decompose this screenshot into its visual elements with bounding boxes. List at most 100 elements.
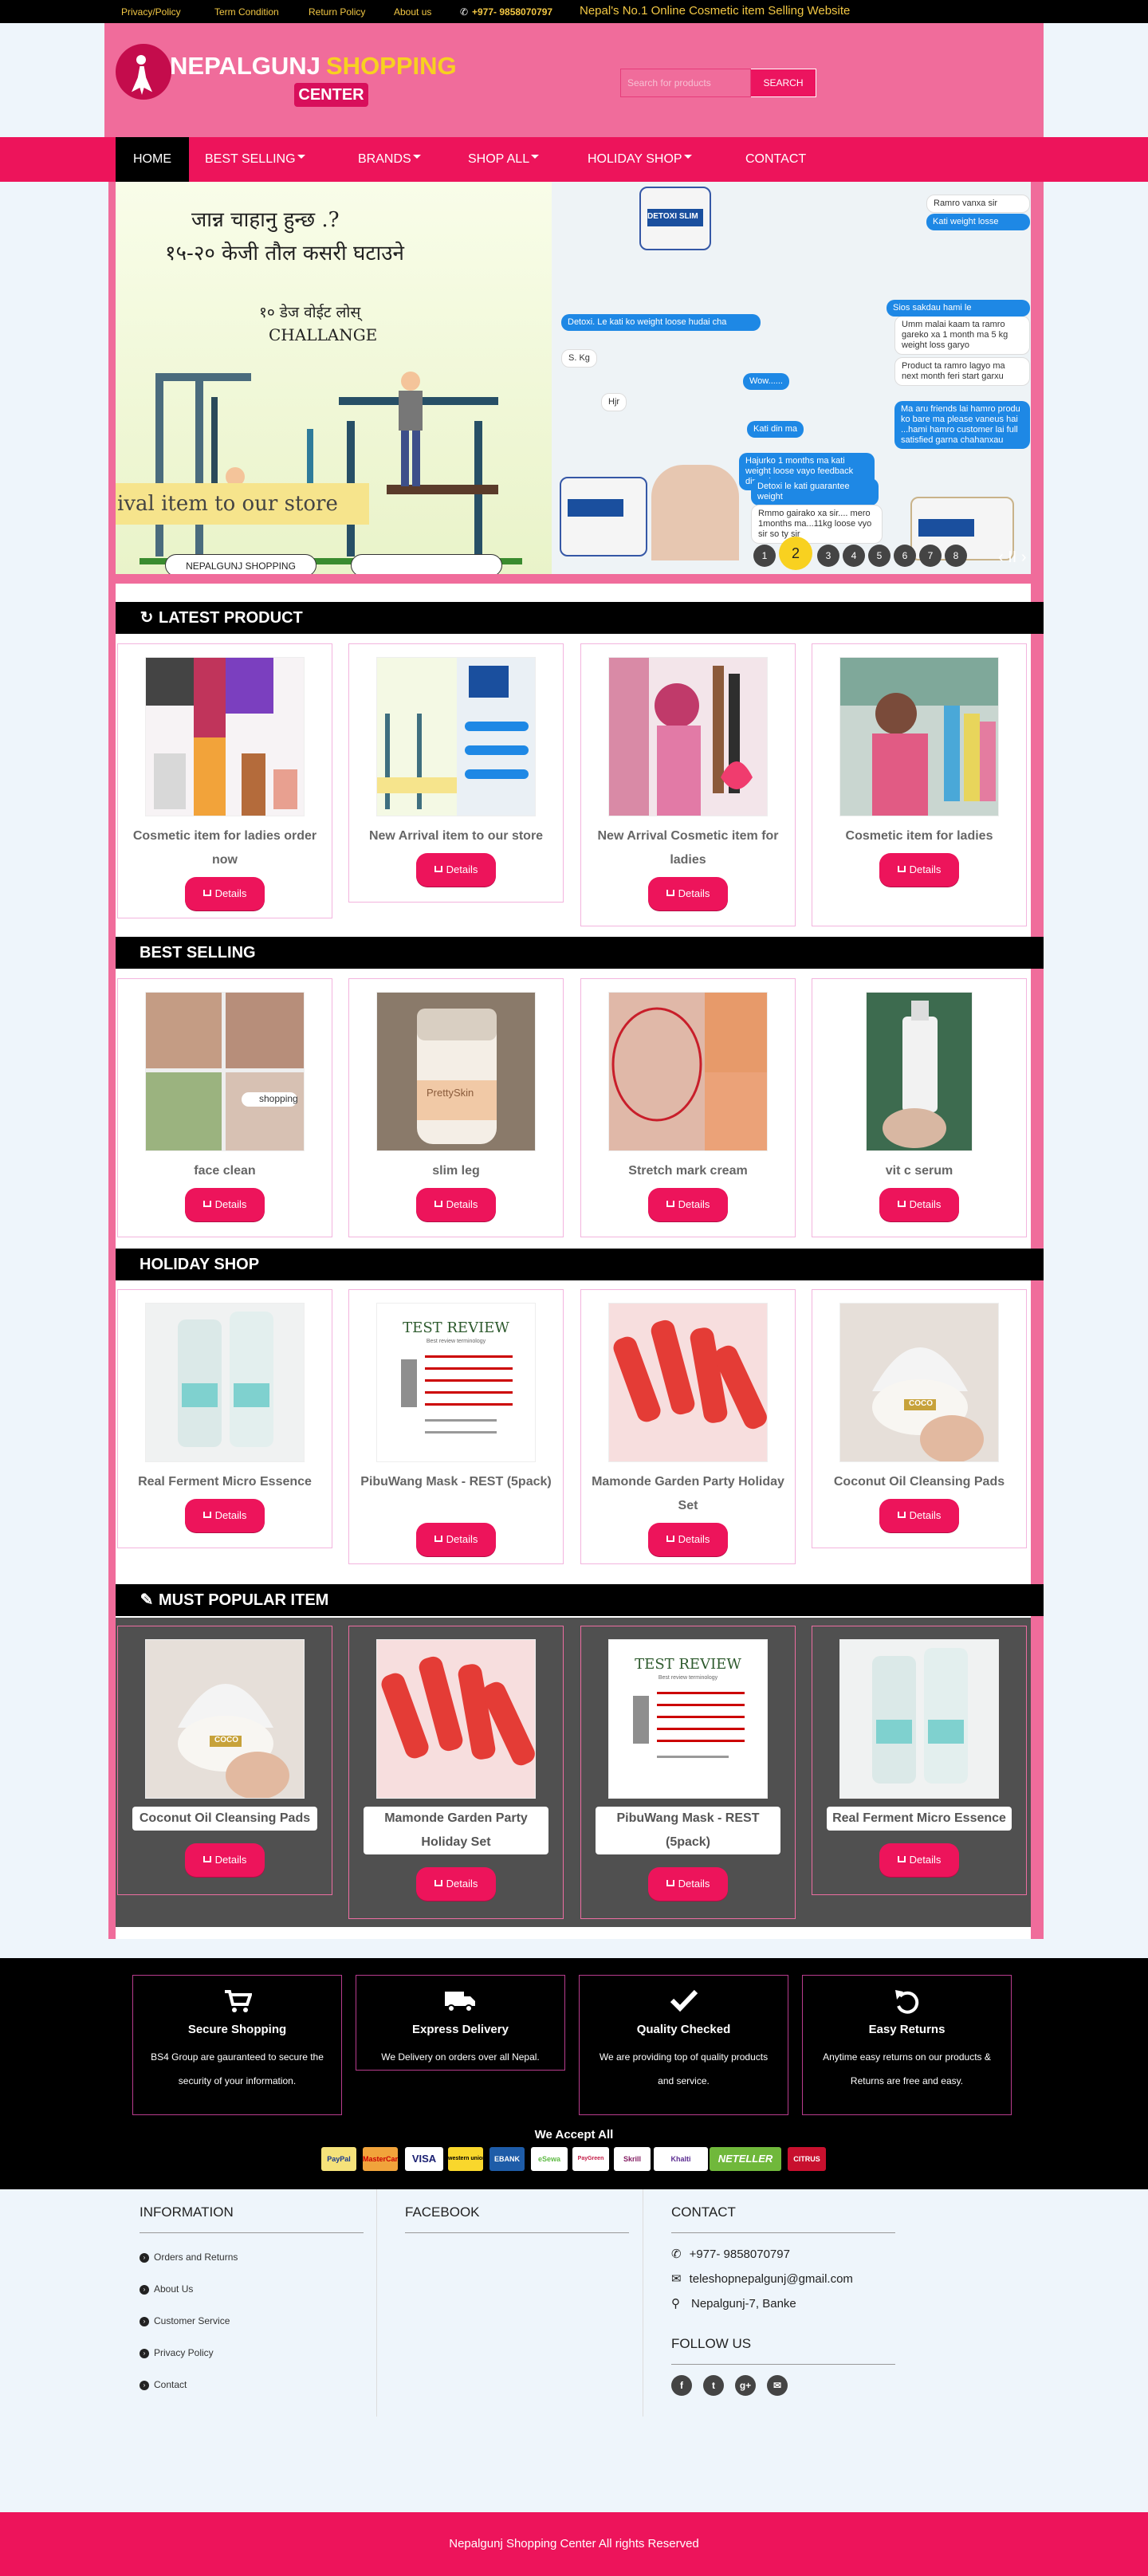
footer-link-customer-service[interactable]: › Customer Service	[140, 2315, 230, 2327]
twitter-icon[interactable]: t	[703, 2375, 724, 2396]
details-button[interactable]: Details	[416, 1523, 496, 1556]
product-card[interactable]: TEST REVIEW Best review terminology Pibu…	[580, 1626, 796, 1919]
logo-text-nepalgunj[interactable]: NEPALGUNJ	[170, 52, 320, 81]
slider-dot[interactable]: 1	[753, 545, 776, 567]
product-name[interactable]: Coconut Oil Cleansing Pads	[820, 1470, 1018, 1494]
nav-home[interactable]: HOME	[116, 137, 189, 182]
hero-slider[interactable]: जान्न चाहानु हुन्छ .? १५-२० केजी तौल कसर…	[116, 182, 1031, 574]
product-card[interactable]: New Arrival item to our store Details	[348, 643, 564, 903]
details-button[interactable]: Details	[416, 1867, 496, 1901]
product-name[interactable]: Real Ferment Micro Essence	[827, 1807, 1012, 1831]
product-image[interactable]	[608, 992, 768, 1151]
details-button[interactable]: Details	[648, 1867, 728, 1901]
product-card[interactable]: COCO Coconut Oil Cleansing Pads Details	[117, 1626, 332, 1895]
slider-dot[interactable]: 7	[919, 545, 942, 567]
search-input[interactable]	[620, 69, 751, 97]
product-image[interactable]: COCO	[839, 1303, 999, 1462]
facebook-icon[interactable]: f	[671, 2375, 692, 2396]
google-plus-icon[interactable]: g+	[735, 2375, 756, 2396]
product-image[interactable]: COCO	[145, 1639, 305, 1799]
details-button[interactable]: Details	[185, 1843, 265, 1877]
details-button[interactable]: Details	[879, 853, 959, 887]
product-card[interactable]: vit c serum Details	[812, 978, 1027, 1237]
product-card[interactable]: Stretch mark cream Details	[580, 978, 796, 1237]
product-name[interactable]: New Arrival Cosmetic item for ladies	[589, 824, 787, 872]
details-button[interactable]: Details	[879, 1843, 959, 1877]
privacy-policy-link[interactable]: Privacy/Policy	[121, 6, 181, 18]
product-image[interactable]: PrettySkin	[376, 992, 536, 1151]
details-button[interactable]: Details	[416, 1188, 496, 1221]
slider-dot-active[interactable]: 2	[779, 537, 812, 570]
product-name[interactable]: Coconut Oil Cleansing Pads	[132, 1807, 317, 1831]
product-name[interactable]: vit c serum	[820, 1159, 1018, 1183]
term-condition-link[interactable]: Term Condition	[214, 6, 279, 18]
search-button[interactable]: SEARCH	[751, 69, 816, 97]
nav-shop-all[interactable]: SHOP ALL	[468, 137, 540, 182]
details-button[interactable]: Details	[185, 1188, 265, 1221]
product-image[interactable]	[376, 657, 536, 816]
product-name[interactable]: PibuWang Mask - REST (5pack)	[596, 1807, 780, 1854]
product-image[interactable]	[839, 657, 999, 816]
product-card[interactable]: COCO Coconut Oil Cleansing Pads Details	[812, 1289, 1027, 1548]
product-card[interactable]: Real Ferment Micro Essence Details	[117, 1289, 332, 1548]
about-us-link[interactable]: About us	[394, 6, 431, 18]
product-card[interactable]: Mamonde Garden Party Holiday Set Details	[580, 1289, 796, 1564]
details-button[interactable]: Details	[648, 1188, 728, 1221]
slide-button[interactable]: NEPALGUNJ SHOPPING	[165, 554, 316, 574]
slider-dot[interactable]: 3	[817, 545, 839, 567]
product-image[interactable]: TEST REVIEW Best review terminology	[608, 1639, 768, 1799]
product-image[interactable]: shopping	[145, 992, 305, 1151]
logo-icon[interactable]	[116, 44, 171, 100]
details-button[interactable]: Details	[648, 877, 728, 910]
contact-email[interactable]: ✉ teleshopnepalgunj@gmail.com	[671, 2271, 853, 2286]
details-button[interactable]: Details	[416, 853, 496, 887]
footer-link-contact[interactable]: › Contact	[140, 2379, 187, 2391]
slider-dot[interactable]: 5	[868, 545, 890, 567]
footer-link-orders[interactable]: › Orders and Returns	[140, 2252, 238, 2263]
slider-dot[interactable]: 4	[843, 545, 865, 567]
email-icon[interactable]: ✉	[767, 2375, 788, 2396]
return-policy-link[interactable]: Return Policy	[309, 6, 365, 18]
product-name[interactable]: Cosmetic item for ladies order now	[126, 824, 324, 872]
product-image[interactable]	[608, 657, 768, 816]
details-button[interactable]: Details	[185, 1499, 265, 1532]
product-image[interactable]	[376, 1639, 536, 1799]
product-name[interactable]: PibuWang Mask - REST (5pack)	[357, 1470, 555, 1494]
product-name[interactable]: New Arrival item to our store	[357, 824, 555, 848]
slide-button-2[interactable]	[351, 554, 502, 574]
details-button[interactable]: Details	[879, 1499, 959, 1532]
product-card[interactable]: Cosmetic item for ladies Details	[812, 643, 1027, 926]
nav-contact[interactable]: CONTACT	[745, 137, 806, 182]
details-button[interactable]: Details	[648, 1523, 728, 1556]
product-name[interactable]: slim leg	[357, 1159, 555, 1183]
product-name[interactable]: Mamonde Garden Party Holiday Set	[589, 1470, 787, 1518]
product-name[interactable]: Cosmetic item for ladies	[820, 824, 1018, 848]
product-name[interactable]: Real Ferment Micro Essence	[126, 1470, 324, 1494]
product-card[interactable]: shopping face clean Details	[117, 978, 332, 1237]
slider-dot[interactable]: 8	[945, 545, 967, 567]
logo-text-shopping[interactable]: SHOPPING	[326, 52, 457, 81]
product-card[interactable]: Real Ferment Micro Essence Details	[812, 1626, 1027, 1895]
product-name[interactable]: face clean	[126, 1159, 324, 1183]
product-card[interactable]: Mamonde Garden Party Holiday Set Details	[348, 1626, 564, 1919]
product-image[interactable]: TEST REVIEW Best review terminology	[376, 1303, 536, 1462]
footer-link-about[interactable]: › About Us	[140, 2283, 193, 2295]
product-image[interactable]	[839, 1639, 999, 1799]
product-image[interactable]	[608, 1303, 768, 1462]
slider-controls[interactable]: ‹ II ›	[998, 549, 1027, 567]
details-button[interactable]: Details	[879, 1188, 959, 1221]
slider-dot[interactable]: 6	[894, 545, 916, 567]
product-image[interactable]	[145, 657, 305, 816]
product-card[interactable]: PrettySkin slim leg Details	[348, 978, 564, 1237]
product-image[interactable]	[145, 1303, 305, 1462]
product-name[interactable]: Stretch mark cream	[589, 1159, 787, 1183]
product-card[interactable]: Cosmetic item for ladies order now Detai…	[117, 643, 332, 918]
details-button[interactable]: Details	[185, 877, 265, 910]
footer-link-privacy[interactable]: › Privacy Policy	[140, 2347, 214, 2359]
product-image[interactable]	[866, 992, 973, 1151]
nav-best-selling[interactable]: BEST SELLING	[205, 137, 305, 182]
product-card[interactable]: New Arrival Cosmetic item for ladies Det…	[580, 643, 796, 926]
product-name[interactable]: Mamonde Garden Party Holiday Set	[364, 1807, 548, 1854]
nav-holiday-shop[interactable]: HOLIDAY SHOP	[588, 137, 692, 182]
nav-brands[interactable]: BRANDS	[358, 137, 421, 182]
